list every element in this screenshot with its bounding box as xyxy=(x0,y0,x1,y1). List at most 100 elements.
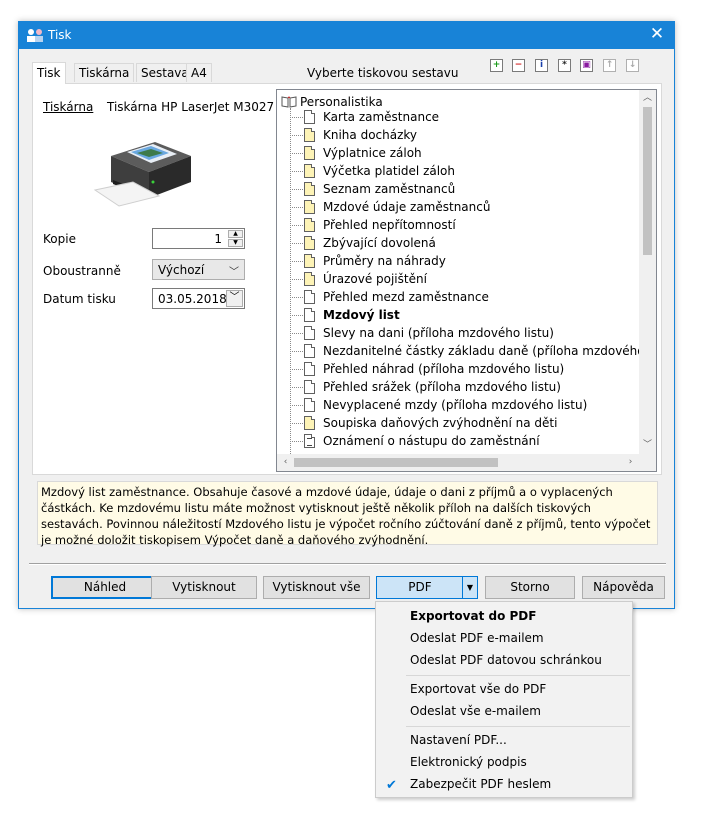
tree-connector xyxy=(290,225,303,226)
print-button[interactable]: Vytisknout xyxy=(151,576,257,599)
print-date-label: Datum tisku xyxy=(43,292,116,306)
printer-link[interactable]: Tiskárna xyxy=(43,100,93,114)
print-date-value: 03.05.2018 xyxy=(158,292,227,306)
vertical-scrollbar[interactable]: ︿ ﹀ xyxy=(639,90,656,454)
tree-item-label: Mzdový list xyxy=(323,308,400,322)
scroll-thumb[interactable] xyxy=(643,107,652,255)
tree-connector xyxy=(290,387,303,388)
tree-connector xyxy=(290,153,303,154)
pdf-dropdown-icon[interactable]: ▼ xyxy=(462,576,478,599)
menu-secure-pdf[interactable]: Zabezpečit PDF heslem xyxy=(410,777,551,791)
document-icon xyxy=(304,362,315,376)
spin-up-icon[interactable]: ▲ xyxy=(228,230,243,238)
help-button[interactable]: Nápověda xyxy=(582,576,665,599)
tree-connector xyxy=(290,369,303,370)
menu-separator xyxy=(406,726,630,727)
copies-label: Kopie xyxy=(43,232,76,246)
duplex-value: Výchozí xyxy=(158,263,205,277)
document-icon xyxy=(304,398,315,412)
tree-connector xyxy=(290,441,303,442)
horizontal-scrollbar[interactable]: ‹ › xyxy=(277,454,639,471)
menu-export-pdf[interactable]: Exportovat do PDF xyxy=(410,609,536,623)
menu-export-all[interactable]: Exportovat vše do PDF xyxy=(410,682,546,696)
checkmark-icon: ✔ xyxy=(386,778,397,793)
tree-connector xyxy=(290,261,303,262)
document-icon xyxy=(304,272,315,286)
print-dialog: Tisk ✕ Tisk Tiskárna Sestava A4 Vyberte … xyxy=(18,21,675,609)
close-icon[interactable]: ✕ xyxy=(640,22,674,49)
document-icon xyxy=(304,434,315,448)
document-icon xyxy=(304,164,315,178)
document-icon xyxy=(304,254,315,268)
tree-item-label: Nevyplacené mzdy (příloha mzdového listu… xyxy=(323,398,588,412)
preview-button[interactable]: Náhled xyxy=(51,576,159,599)
section-title: Vyberte tiskovou sestavu xyxy=(307,66,459,80)
document-icon xyxy=(304,236,315,250)
tree-item-label: Přehled nepřítomností xyxy=(323,218,456,232)
asterisk-icon[interactable]: * xyxy=(558,59,571,72)
calendar-dropdown-icon[interactable]: ﹀ xyxy=(226,290,243,307)
report-tree[interactable]: Personalistika Karta zaměstnance Kniha do… xyxy=(276,89,657,472)
document-icon xyxy=(304,110,315,124)
tree-connector xyxy=(290,333,303,334)
document-icon xyxy=(304,218,315,232)
tab-a4[interactable]: A4 xyxy=(186,63,212,82)
menu-separator xyxy=(406,675,630,676)
document-icon xyxy=(304,344,315,358)
add-icon[interactable]: + xyxy=(490,59,503,72)
move-down-icon[interactable]: ↓ xyxy=(626,59,639,72)
menu-send-email[interactable]: Odeslat PDF e-mailem xyxy=(410,631,544,645)
menu-send-all-email[interactable]: Odeslat vše e-mailem xyxy=(410,704,541,718)
copies-stepper[interactable]: 1 ▲ ▼ xyxy=(152,228,245,249)
remove-icon[interactable]: − xyxy=(512,59,525,72)
tab-tisk[interactable]: Tisk xyxy=(32,62,66,84)
tree-connector xyxy=(290,315,303,316)
document-icon xyxy=(304,380,315,394)
tree-guide-line xyxy=(290,108,291,454)
title-bar[interactable]: Tisk ✕ xyxy=(19,22,674,49)
tree-item-label: Průměry na náhrady xyxy=(323,254,446,268)
chevron-down-icon: ﹀ xyxy=(229,267,239,278)
tree-item-label: Seznam zaměstnanců xyxy=(323,182,456,196)
tree-item-label: Soupiska daňových zvýhodnění na děti xyxy=(323,416,558,430)
menu-signature[interactable]: Elektronický podpis xyxy=(410,755,527,769)
printer-name: Tiskárna HP LaserJet M3027 xyxy=(107,100,275,114)
scroll-down-icon[interactable]: ﹀ xyxy=(639,437,656,454)
tree-connector xyxy=(290,117,303,118)
scroll-right-icon[interactable]: › xyxy=(622,454,639,471)
move-up-icon[interactable]: ↑ xyxy=(603,59,616,72)
copy-icon[interactable]: ▣ xyxy=(580,59,593,72)
document-icon xyxy=(304,128,315,142)
tree-item-label: Přehled mezd zaměstnance xyxy=(323,290,489,304)
scroll-corner xyxy=(639,454,656,471)
tree-root[interactable]: Personalistika xyxy=(281,94,383,110)
tree-item-label: Karta zaměstnance xyxy=(323,110,440,124)
tree-item-label: Nezdanitelné částky základu daně (příloh… xyxy=(323,344,639,358)
cancel-button[interactable]: Storno xyxy=(485,576,575,599)
scroll-left-icon[interactable]: ‹ xyxy=(277,454,294,471)
tree-connector xyxy=(290,135,303,136)
tree-item-label: Výplatnice záloh xyxy=(323,146,422,160)
menu-pdf-settings[interactable]: Nastavení PDF... xyxy=(410,733,507,747)
pdf-button[interactable]: PDF xyxy=(376,576,464,599)
document-icon xyxy=(304,290,315,304)
tree-connector xyxy=(290,351,303,352)
tab-tiskarna[interactable]: Tiskárna xyxy=(74,63,135,82)
menu-send-databox[interactable]: Odeslat PDF datovou schránkou xyxy=(410,653,602,667)
tree-item-label: Výčetka platidel záloh xyxy=(323,164,456,178)
info-icon[interactable]: i xyxy=(535,59,548,72)
divider xyxy=(29,563,666,565)
printer-icon xyxy=(93,142,191,207)
scroll-up-icon[interactable]: ︿ xyxy=(639,90,656,107)
print-date-picker[interactable]: 03.05.2018 ﹀ xyxy=(152,288,245,309)
hscroll-thumb[interactable] xyxy=(294,458,498,467)
spin-down-icon[interactable]: ▼ xyxy=(228,239,243,247)
duplex-select[interactable]: Výchozí ﹀ xyxy=(152,259,245,280)
tree-connector xyxy=(290,243,303,244)
document-icon xyxy=(304,146,315,160)
tree-connector xyxy=(290,171,303,172)
pdf-menu: Exportovat do PDF Odeslat PDF e-mailem O… xyxy=(375,601,633,798)
print-all-button[interactable]: Vytisknout vše xyxy=(263,576,370,599)
duplex-label: Oboustranně xyxy=(43,264,121,278)
tree-item-label: Slevy na dani (příloha mzdového listu) xyxy=(323,326,554,340)
